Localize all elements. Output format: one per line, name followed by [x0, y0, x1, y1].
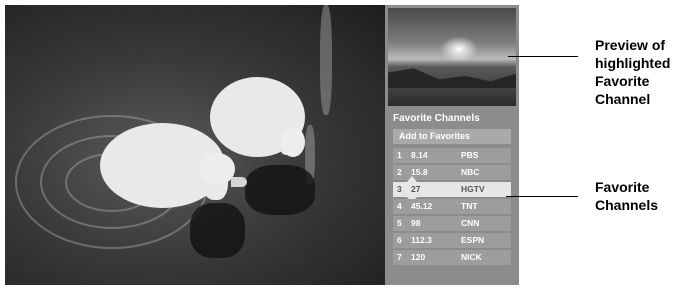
preview-callout-line4: Channel [595, 91, 651, 107]
duck-shadow [190, 203, 245, 258]
panel-title: Favorite Channels [393, 113, 480, 124]
channel-row[interactable]: 4 45.12 TNT [393, 199, 511, 214]
favorites-callout-line2: Channels [595, 197, 659, 213]
preview-callout-line2: highlighted [595, 55, 671, 71]
channel-index: 1 [397, 150, 402, 160]
channel-index: 5 [397, 218, 402, 228]
channel-network: PBS [461, 150, 479, 160]
channel-number: 45.12 [411, 201, 433, 211]
duck-front-head [200, 153, 235, 185]
channel-number: 8.14 [411, 150, 428, 160]
preview-callout-label: Preview of highlighted Favorite Channel [595, 36, 670, 108]
channel-index: 7 [397, 252, 402, 262]
channel-index: 3 [397, 184, 402, 194]
channel-row[interactable]: 7 120 NICK [393, 250, 511, 265]
channel-row[interactable]: 6 112.3 ESPN [393, 233, 511, 248]
channel-network: ESPN [461, 235, 485, 245]
channel-number: 98 [411, 218, 421, 228]
preview-callout-line3: Favorite [595, 73, 650, 89]
channel-number: 27 [411, 184, 421, 194]
favorite-channel-list: 1 8.14 PBS 2 15.8 NBC 3 27 HGTV 4 45.12 … [393, 148, 511, 267]
favorites-panel: Favorite Channels Add to Favorites 1 8.1… [385, 5, 519, 285]
add-to-favorites-button[interactable]: Add to Favorites [393, 129, 511, 144]
channel-network: NICK [461, 252, 482, 262]
channel-network: NBC [461, 167, 480, 177]
channel-row[interactable]: 1 8.14 PBS [393, 148, 511, 163]
channel-index: 2 [397, 167, 402, 177]
preview-callout-line [508, 56, 578, 57]
channel-index: 6 [397, 235, 402, 245]
channel-network: HGTV [461, 184, 485, 194]
channel-number: 120 [411, 252, 426, 262]
favorites-callout-line1: Favorite [595, 179, 650, 195]
channel-row[interactable]: 5 98 CNN [393, 216, 511, 231]
favorites-callout-line [506, 196, 578, 197]
duck-shadow [245, 165, 315, 215]
channel-network: TNT [461, 201, 478, 211]
favorites-callout-label: Favorite Channels [595, 178, 658, 214]
sunlight-glow [440, 36, 478, 62]
water-reflection [320, 5, 332, 115]
duck-back-head [281, 127, 305, 157]
channel-row-highlighted[interactable]: 3 27 HGTV [393, 176, 511, 203]
channel-network: CNN [461, 218, 480, 228]
channel-number: 112.3 [411, 235, 432, 245]
duck-front-beak [231, 177, 247, 187]
channel-index: 4 [397, 201, 402, 211]
preview-callout-line1: Preview of [595, 37, 666, 53]
preview-landscape [388, 68, 516, 88]
channel-preview [388, 8, 516, 106]
tv-picture [5, 5, 385, 285]
up-arrow-icon[interactable] [407, 176, 417, 182]
